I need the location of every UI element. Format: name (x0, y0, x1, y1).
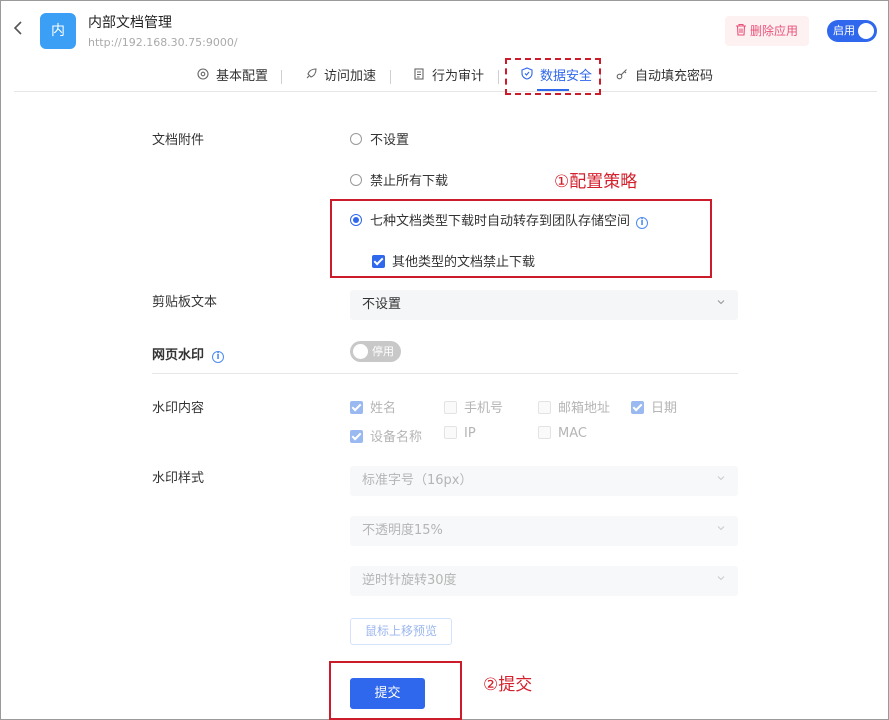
clipboard-label: 剪贴板文本 (152, 295, 218, 310)
tabs-divider (14, 91, 877, 92)
chevron-down-icon (716, 290, 726, 320)
watermark-style-label: 水印样式 (152, 471, 205, 486)
watermark-toggle[interactable]: 停用 (350, 341, 401, 362)
tab-basic-config[interactable]: 基本配置 (196, 63, 268, 91)
tab-label: 基本配置 (216, 69, 269, 84)
web-watermark-text: 网页水印 (152, 348, 205, 363)
app-url: http://192.168.30.75:9000/ (88, 36, 238, 49)
clipboard-select[interactable]: 不设置 (350, 290, 738, 320)
checkbox-box[interactable] (444, 401, 457, 414)
doc-attachment-label: 文档附件 (152, 133, 205, 148)
delete-app-button[interactable]: 删除应用 (725, 16, 809, 46)
opacity-value: 不透明度15% (362, 523, 443, 538)
enable-toggle[interactable]: 启用 (827, 20, 877, 42)
radio-circle[interactable] (350, 133, 362, 145)
window-frame (0, 0, 889, 720)
wm-item-phone[interactable]: 手机号 (444, 397, 503, 416)
tab-behavior-audit[interactable]: 行为审计 (412, 63, 484, 91)
opacity-select[interactable]: 不透明度15% (350, 516, 738, 546)
tab-bar: 基本配置 访问加速 行为审计 数据安全 自动填充密码 (0, 63, 889, 91)
radio-no-setting[interactable]: 不设置 (350, 129, 409, 148)
annotation-step2-text: ②提交 (483, 675, 533, 695)
wm-item-device-name[interactable]: 设备名称 (350, 426, 422, 445)
web-watermark-label: 网页水印 i (152, 344, 225, 363)
delete-app-label: 删除应用 (750, 24, 799, 38)
wm-item-label: 手机号 (464, 401, 504, 416)
wm-item-mac[interactable]: MAC (538, 426, 587, 441)
app-logo: 内 (40, 13, 76, 49)
toggle-knob (858, 23, 874, 39)
checkbox-box[interactable] (444, 426, 457, 439)
wm-item-ip[interactable]: IP (444, 426, 476, 441)
radio-circle[interactable] (350, 174, 362, 186)
checkbox-box[interactable] (538, 426, 551, 439)
toggle-knob (353, 344, 368, 359)
checkbox-box[interactable] (538, 401, 551, 414)
settings-icon (196, 63, 210, 89)
tab-autofill-password[interactable]: 自动填充密码 (615, 63, 713, 91)
chevron-down-icon (716, 516, 726, 546)
wm-item-date[interactable]: 日期 (631, 397, 677, 416)
wm-item-label: 设备名称 (370, 430, 423, 445)
tab-label: 访问加速 (324, 69, 377, 84)
tab-separator (281, 70, 282, 84)
chevron-down-icon (716, 566, 726, 596)
wm-item-label: 日期 (651, 401, 678, 416)
tab-separator (390, 70, 391, 84)
hover-preview-button[interactable]: 鼠标上移预览 (350, 618, 452, 645)
watermark-content-label: 水印内容 (152, 401, 205, 416)
annotation-submit-box (329, 661, 462, 720)
audit-icon (412, 63, 426, 89)
watermark-toggle-label: 停用 (372, 345, 394, 358)
wm-item-label: IP (464, 426, 476, 441)
section-divider (152, 373, 738, 374)
enable-toggle-label: 启用 (833, 24, 855, 37)
tab-label: 自动填充密码 (635, 69, 714, 84)
chevron-down-icon (716, 466, 726, 496)
tab-access-acceleration[interactable]: 访问加速 (304, 63, 376, 91)
back-chevron-icon[interactable] (8, 20, 28, 42)
info-icon[interactable]: i (212, 351, 225, 363)
radio-label: 禁止所有下载 (370, 174, 449, 189)
annotation-policy-box (330, 199, 712, 278)
radio-block-all-downloads[interactable]: 禁止所有下载 (350, 170, 448, 189)
wm-item-name[interactable]: 姓名 (350, 397, 396, 416)
key-icon (615, 63, 629, 89)
app-title: 内部文档管理 (88, 15, 172, 31)
checkbox-box[interactable] (350, 401, 363, 414)
font-size-value: 标准字号（16px） (362, 473, 473, 488)
wm-item-email[interactable]: 邮箱地址 (538, 397, 610, 416)
wm-item-label: 姓名 (370, 401, 397, 416)
rocket-icon (304, 63, 318, 89)
checkbox-box[interactable] (350, 430, 363, 443)
wm-item-label: 邮箱地址 (558, 401, 611, 416)
checkbox-box[interactable] (631, 401, 644, 414)
rotation-select[interactable]: 逆时针旋转30度 (350, 566, 738, 596)
annotation-tab-highlight (505, 58, 601, 95)
tab-separator (498, 70, 499, 84)
clipboard-value: 不设置 (362, 297, 402, 312)
wm-item-label: MAC (558, 426, 587, 441)
font-size-select[interactable]: 标准字号（16px） (350, 466, 738, 496)
radio-label: 不设置 (370, 133, 410, 148)
tab-label: 行为审计 (432, 69, 485, 84)
annotation-step1-text: ①配置策略 (554, 172, 638, 192)
rotation-value: 逆时针旋转30度 (362, 573, 457, 588)
trash-icon (735, 17, 747, 47)
